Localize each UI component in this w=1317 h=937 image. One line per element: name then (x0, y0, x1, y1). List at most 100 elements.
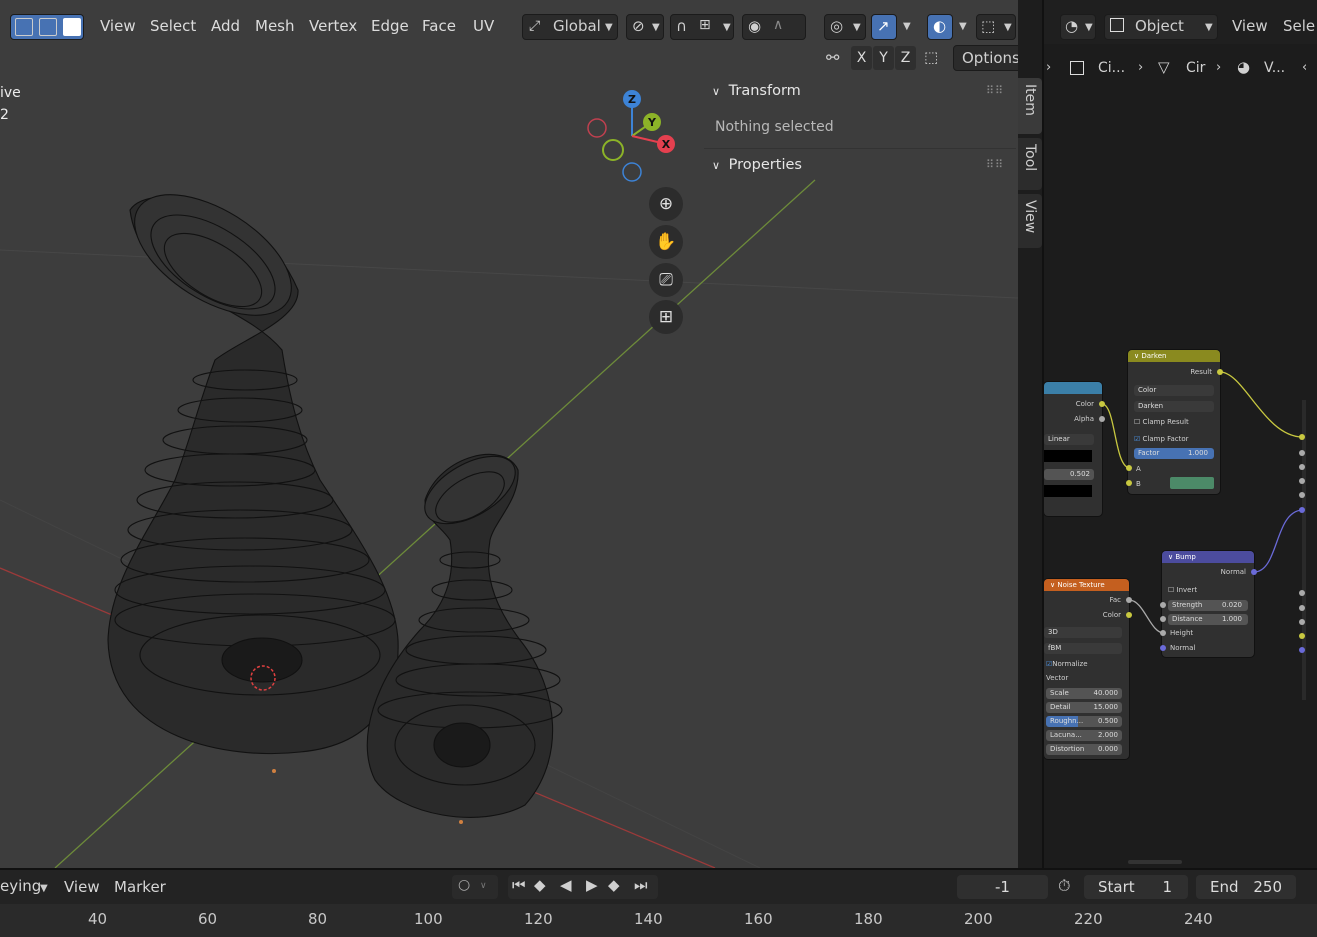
noise-type-dropdown[interactable]: fBM (1044, 643, 1122, 654)
keying-dropdown[interactable]: eying ▼ (0, 874, 52, 900)
darken-node-header[interactable]: ∨ Darken (1128, 350, 1220, 362)
tab-view[interactable]: View (1018, 194, 1042, 248)
prev-keyframe-icon[interactable]: ◆ (534, 876, 546, 894)
falloff-icon[interactable]: ∧ (773, 17, 783, 33)
input-b-color-swatch[interactable] (1170, 477, 1214, 489)
timeline-menu-view[interactable]: View (64, 878, 100, 896)
output-socket[interactable] (1299, 492, 1305, 498)
jump-end-icon[interactable]: ⏭ (634, 876, 648, 894)
noise-color-socket[interactable] (1126, 612, 1132, 618)
orientation-dropdown[interactable]: ⤢ Global ▼ (522, 14, 618, 40)
noise-fac-socket[interactable] (1126, 597, 1132, 603)
dimension-dropdown[interactable]: 3D (1044, 627, 1122, 638)
menu-uv[interactable]: UV (470, 14, 497, 38)
darken-mix-node[interactable]: ∨ Darken Result Color Darken ☐ Clamp Res… (1128, 350, 1220, 494)
zoom-icon[interactable]: ⊕ (649, 187, 683, 221)
darken-a-socket[interactable] (1126, 465, 1132, 471)
output-socket[interactable] (1299, 464, 1305, 470)
invert-checkbox[interactable]: ☐ Invert (1168, 586, 1197, 594)
roughness-field[interactable]: Roughn... 0.500 (1046, 716, 1122, 727)
auto-merge-icon[interactable]: ⬚ (924, 48, 938, 66)
bump-distance-socket[interactable] (1160, 616, 1166, 622)
data-type-dropdown[interactable]: Color (1134, 385, 1214, 396)
clamp-result-checkbox[interactable]: ☐ Clamp Result (1134, 418, 1189, 426)
bump-normal-socket[interactable] (1251, 569, 1257, 575)
play-icon[interactable]: ▶ (586, 876, 598, 894)
menu-add[interactable]: Add (208, 14, 243, 38)
bump-node[interactable]: ∨ Bump Normal ☐ Invert Strength 0.020 Dis… (1162, 551, 1254, 657)
options-dropdown[interactable]: Options ▼ (953, 45, 1018, 71)
noise-texture-node[interactable]: ∨ Noise Texture Fac Color 3D fBM ☑Normal… (1044, 579, 1129, 759)
clamp-factor-checkbox[interactable]: ☑ Clamp Factor (1134, 435, 1189, 443)
camera-icon[interactable]: ⎚ (649, 263, 683, 297)
ramp-color-socket[interactable] (1099, 401, 1105, 407)
noise-node-header[interactable]: ∨ Noise Texture (1044, 579, 1129, 591)
visibility-dropdown[interactable]: ◎ ▼ (824, 14, 866, 40)
menu-edge[interactable]: Edge (368, 14, 412, 38)
tab-item[interactable]: Item (1018, 78, 1042, 134)
tab-tool[interactable]: Tool (1018, 138, 1042, 190)
shader-node-editor[interactable]: ◔ ▼ Object ▼ View Sele › Ci... › ▽ Cir ›… (1042, 0, 1317, 868)
ramp-interp-dropdown[interactable]: Linear (1044, 434, 1094, 445)
transform-panel-header[interactable]: ∨ Transform (712, 76, 801, 106)
scale-field[interactable]: Scale 40.000 (1046, 688, 1122, 699)
ramp-gradient-bar[interactable] (1044, 450, 1092, 462)
gizmo-neg-y[interactable] (602, 139, 624, 161)
jump-start-icon[interactable]: ⏮ (512, 876, 526, 894)
overlay-dropdown-arrow[interactable]: ▼ (959, 21, 967, 32)
pan-hand-icon[interactable]: ✋ (649, 225, 683, 259)
select-mode-group[interactable] (10, 14, 84, 40)
pivot-dropdown[interactable]: ⊘ ▼ (626, 14, 664, 40)
output-socket[interactable] (1299, 478, 1305, 484)
mirror-y-toggle[interactable]: Y (873, 46, 894, 70)
auto-keying-toggle[interactable]: ○ ∨ (452, 875, 498, 899)
next-keyframe-icon[interactable]: ◆ (608, 876, 620, 894)
lacunarity-field[interactable]: Lacuna... 2.000 (1046, 730, 1122, 741)
factor-slider[interactable]: Factor 1.000 (1134, 448, 1214, 459)
drag-handle-icon[interactable]: ⠿⠿ (986, 84, 1004, 97)
darken-result-socket[interactable] (1217, 369, 1223, 375)
bump-strength-socket[interactable] (1160, 602, 1166, 608)
menu-select[interactable]: Select (147, 14, 199, 38)
normalize-checkbox[interactable]: ☑Normalize (1046, 660, 1088, 668)
gizmo-dropdown-arrow[interactable]: ▼ (903, 21, 911, 32)
face-mode-icon[interactable] (63, 18, 81, 36)
output-socket[interactable] (1299, 450, 1305, 456)
menu-view[interactable]: View (97, 14, 139, 38)
mesh-edit-overlay-dropdown[interactable]: ⬚ ▼ (976, 14, 1016, 40)
bump-height-socket[interactable] (1160, 630, 1166, 636)
stopwatch-icon[interactable]: ⏱ (1058, 876, 1070, 896)
output-socket[interactable] (1299, 590, 1305, 596)
output-socket[interactable] (1299, 647, 1305, 653)
magnet-icon[interactable]: ∩ (676, 17, 687, 35)
overlay-toggle[interactable]: ◐ (927, 14, 953, 40)
3d-viewport[interactable]: View Select Add Mesh Vertex Edge Face UV… (0, 0, 1018, 868)
output-socket[interactable] (1299, 619, 1305, 625)
proportional-edit-group[interactable]: ◉ ∧ (742, 14, 806, 40)
play-reverse-icon[interactable]: ◀ (560, 876, 572, 894)
darken-b-socket[interactable] (1126, 480, 1132, 486)
mirror-x-toggle[interactable]: X (851, 46, 872, 70)
bump-normal-in-socket[interactable] (1160, 645, 1166, 651)
strength-field[interactable]: Strength 0.020 (1168, 600, 1248, 611)
snap-group[interactable]: ∩ ⊞ ▼ (670, 14, 734, 40)
perspective-grid-icon[interactable]: ⊞ (649, 300, 683, 334)
distance-field[interactable]: Distance 1.000 (1168, 614, 1248, 625)
gizmo-toggle[interactable]: ↗ (871, 14, 897, 40)
snap-target-icon[interactable]: ⊞ (699, 17, 711, 33)
start-frame-field[interactable]: Start 1 (1084, 875, 1188, 899)
vertex-mode-icon[interactable] (15, 18, 33, 36)
ramp-position-field[interactable]: 0.502 (1044, 469, 1094, 480)
output-socket[interactable] (1299, 605, 1305, 611)
properties-panel-header[interactable]: ∨ Properties (712, 150, 802, 180)
menu-vertex[interactable]: Vertex (306, 14, 360, 38)
timeline-menu-marker[interactable]: Marker (114, 878, 166, 896)
mirror-z-toggle[interactable]: Z (895, 46, 916, 70)
menu-mesh[interactable]: Mesh (252, 14, 298, 38)
distortion-field[interactable]: Distortion 0.000 (1046, 744, 1122, 755)
color-ramp-node[interactable]: Color Alpha Linear 0.502 (1044, 382, 1102, 516)
menu-face[interactable]: Face (419, 14, 459, 38)
current-frame-field[interactable]: -1 (957, 875, 1048, 899)
gizmo-neg-x[interactable] (587, 118, 607, 138)
bump-node-header[interactable]: ∨ Bump (1162, 551, 1254, 563)
